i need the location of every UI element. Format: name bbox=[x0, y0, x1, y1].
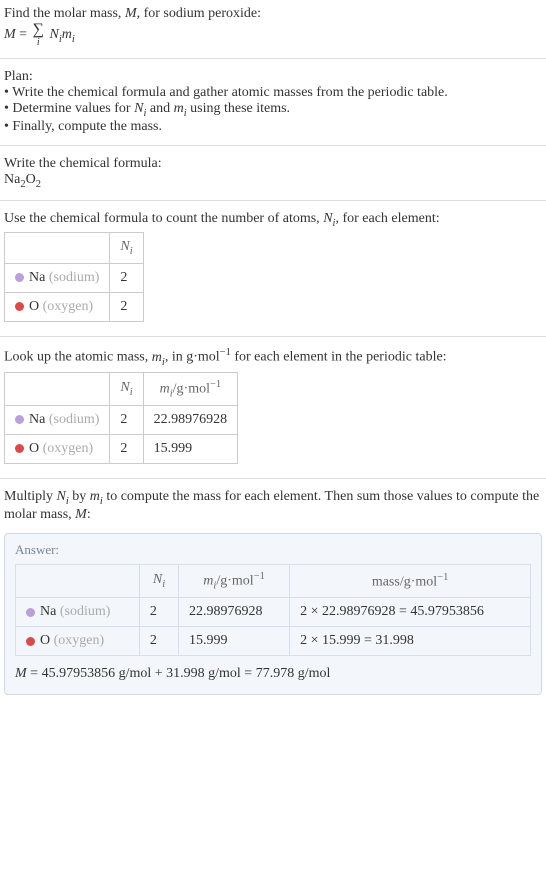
divider bbox=[0, 336, 546, 337]
atomic-mass-table: Ni mi/g·mol−1 Na (sodium) 2 22.98976928 … bbox=[4, 372, 238, 464]
atom-count-title: Use the chemical formula to count the nu… bbox=[4, 211, 542, 229]
table-row: O (oxygen) 2 15.999 2 × 15.999 = 31.998 bbox=[16, 627, 531, 656]
table-row: Na (sodium) 2 22.98976928 bbox=[5, 406, 238, 435]
mass-cell: 2 × 22.98976928 = 45.97953856 bbox=[290, 598, 531, 627]
atomic-mass-title: Look up the atomic mass, mi, in g·mol−1 … bbox=[4, 347, 542, 367]
sigma-icon: ∑ bbox=[33, 22, 44, 38]
multiply-section: Multiply Ni by mi to compute the mass fo… bbox=[0, 483, 546, 529]
element-cell: O (oxygen) bbox=[5, 293, 110, 322]
col-mass: mass/g·mol−1 bbox=[290, 564, 531, 597]
answer-label: Answer: bbox=[15, 542, 531, 558]
equals: = bbox=[19, 27, 30, 42]
table-header-row: Ni mi/g·mol−1 mass/g·mol−1 bbox=[16, 564, 531, 597]
col-element bbox=[16, 564, 140, 597]
intro-section: Find the molar mass, M, for sodium perox… bbox=[0, 0, 546, 54]
plan-bullet-2: • Determine values for Ni and mi using t… bbox=[4, 101, 542, 119]
plan-bullet-1: • Write the chemical formula and gather … bbox=[4, 85, 542, 101]
divider bbox=[0, 145, 546, 146]
m-cell: 15.999 bbox=[143, 435, 238, 464]
table-row: O (oxygen) 2 bbox=[5, 293, 144, 322]
intro-text: Find the molar mass, M, for sodium perox… bbox=[4, 6, 542, 22]
element-dot-icon bbox=[15, 302, 24, 311]
final-text: = 45.97953856 g/mol + 31.998 g/mol = 77.… bbox=[27, 666, 331, 681]
table-header-row: Ni bbox=[5, 233, 144, 264]
chem-formula-title: Write the chemical formula: bbox=[4, 156, 542, 172]
col-element bbox=[5, 233, 110, 264]
element-dot-icon bbox=[26, 637, 35, 646]
element-dot-icon bbox=[26, 608, 35, 617]
m-cell: 15.999 bbox=[179, 627, 290, 656]
element-cell: Na (sodium) bbox=[5, 264, 110, 293]
plan-section: Plan: • Write the chemical formula and g… bbox=[0, 63, 546, 141]
col-m: mi/g·mol−1 bbox=[143, 372, 238, 405]
n-cell: 2 bbox=[110, 435, 143, 464]
col-n: Ni bbox=[110, 233, 143, 264]
atomic-mass-section: Look up the atomic mass, mi, in g·mol−1 … bbox=[0, 341, 546, 474]
atom-count-table: Ni Na (sodium) 2 O (oxygen) 2 bbox=[4, 232, 144, 322]
m-cell: 22.98976928 bbox=[143, 406, 238, 435]
n-cell: 2 bbox=[110, 406, 143, 435]
sum-symbol: ∑ i bbox=[33, 22, 44, 48]
formula-lhs: M bbox=[4, 27, 16, 42]
n-cell: 2 bbox=[139, 627, 178, 656]
plan-bullet-3: • Finally, compute the mass. bbox=[4, 119, 542, 135]
element-cell: O (oxygen) bbox=[5, 435, 110, 464]
col-n: Ni bbox=[110, 372, 143, 405]
table-row: Na (sodium) 2 bbox=[5, 264, 144, 293]
plan-title: Plan: bbox=[4, 69, 542, 85]
intro-M: M bbox=[125, 6, 137, 21]
mass-cell: 2 × 15.999 = 31.998 bbox=[290, 627, 531, 656]
element-cell: Na (sodium) bbox=[5, 406, 110, 435]
table-row: O (oxygen) 2 15.999 bbox=[5, 435, 238, 464]
table-header-row: Ni mi/g·mol−1 bbox=[5, 372, 238, 405]
n-cell: 2 bbox=[110, 264, 143, 293]
chemical-formula: Na2O2 bbox=[4, 172, 542, 190]
col-n: Ni bbox=[139, 564, 178, 597]
element-cell: O (oxygen) bbox=[16, 627, 140, 656]
col-m: mi/g·mol−1 bbox=[179, 564, 290, 597]
final-result: M = 45.97953856 g/mol + 31.998 g/mol = 7… bbox=[15, 666, 531, 682]
intro-line1-a: Find the molar mass, bbox=[4, 6, 125, 21]
formula-mi: mi bbox=[62, 27, 75, 42]
molar-mass-formula: M = ∑ i Nimi bbox=[4, 22, 542, 48]
n-cell: 2 bbox=[139, 598, 178, 627]
answer-table: Ni mi/g·mol−1 mass/g·mol−1 Na (sodium) 2… bbox=[15, 564, 531, 656]
answer-box: Answer: Ni mi/g·mol−1 mass/g·mol−1 Na (s… bbox=[4, 533, 542, 695]
chemical-formula-section: Write the chemical formula: Na2O2 bbox=[0, 150, 546, 196]
element-dot-icon bbox=[15, 415, 24, 424]
element-cell: Na (sodium) bbox=[16, 598, 140, 627]
element-dot-icon bbox=[15, 273, 24, 282]
divider bbox=[0, 200, 546, 201]
formula-Ni: Ni bbox=[49, 27, 61, 42]
element-dot-icon bbox=[15, 444, 24, 453]
m-cell: 22.98976928 bbox=[179, 598, 290, 627]
sum-index: i bbox=[37, 38, 40, 48]
col-element bbox=[5, 372, 110, 405]
table-row: Na (sodium) 2 22.98976928 2 × 22.9897692… bbox=[16, 598, 531, 627]
divider bbox=[0, 478, 546, 479]
intro-line1-b: , for sodium peroxide: bbox=[137, 6, 261, 21]
divider bbox=[0, 58, 546, 59]
multiply-text: Multiply Ni by mi to compute the mass fo… bbox=[4, 489, 542, 523]
atom-count-section: Use the chemical formula to count the nu… bbox=[0, 205, 546, 333]
n-cell: 2 bbox=[110, 293, 143, 322]
